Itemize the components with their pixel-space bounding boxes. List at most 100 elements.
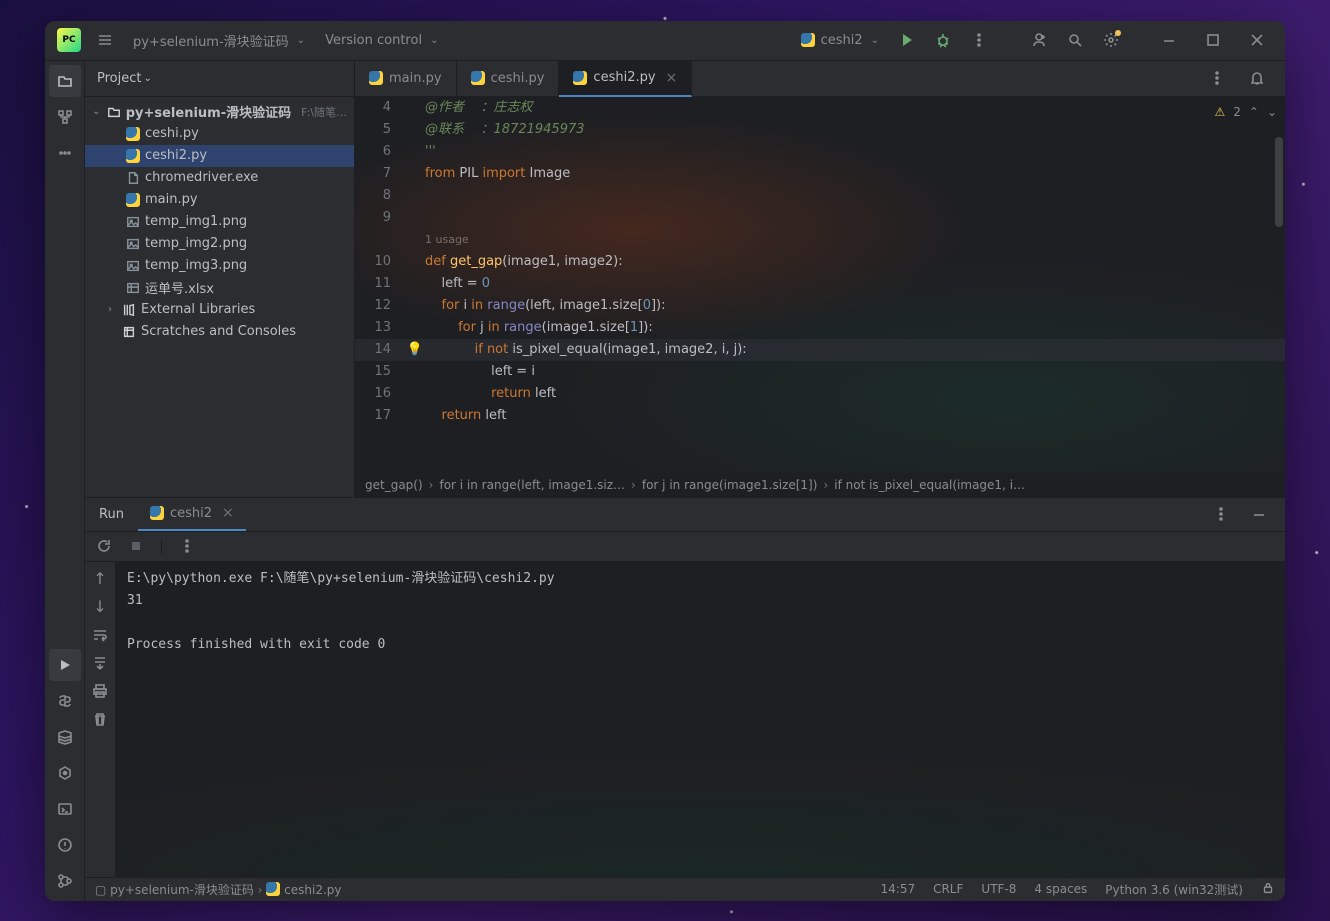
project-tool-button[interactable] [49,65,81,97]
next-highlight[interactable]: ⌄ [1267,101,1277,123]
breadcrumb-item[interactable]: for j in range(image1.size[1]) [642,478,818,492]
python-icon [801,33,815,47]
code-editor[interactable]: ⚠2 ⌃ ⌄ 4@作者 ：庄志权5@联系 ：187219459736'''7fr… [355,97,1285,473]
code-line[interactable]: 11 left = 0 [355,273,1285,295]
main-menu-button[interactable] [89,24,121,56]
search-everywhere-button[interactable] [1059,24,1091,56]
usage-hint[interactable]: 1 usage [355,229,1285,251]
code-line[interactable]: 10def get_gap(image1, image2): [355,251,1285,273]
breadcrumbs[interactable]: get_gap()›for i in range(left, image1.si… [355,473,1285,497]
inspection-widget[interactable]: ⚠2 ⌃ ⌄ [1214,101,1277,123]
tree-file[interactable]: ceshi2.py [85,145,354,167]
tree-file[interactable]: temp_img1.png [85,211,354,233]
structure-tool-button[interactable] [49,101,81,133]
editor-tab[interactable]: main.py [355,61,457,96]
editor-tabs: main.pyceshi.pyceshi2.py× [355,61,1285,97]
debug-button[interactable] [927,24,959,56]
editor: main.pyceshi.pyceshi2.py× ⚠2 ⌃ ⌄ 4@作者 ：庄… [355,61,1285,497]
run-more-button[interactable] [176,535,198,557]
status-lock-icon[interactable] [1261,881,1275,898]
more-tool-button[interactable] [49,137,81,169]
soft-wrap-button[interactable] [89,624,111,646]
code-line[interactable]: 6''' [355,141,1285,163]
code-line[interactable]: 8 [355,185,1285,207]
terminal-tool-button[interactable] [49,793,81,825]
code-line[interactable]: 4@作者 ：庄志权 [355,97,1285,119]
code-line[interactable]: 15 left = i [355,361,1285,383]
python-icon [150,506,164,520]
project-tree[interactable]: ⌄py+selenium-滑块验证码F:\随笔\py+ceshi.pyceshi… [85,97,354,497]
breadcrumb-item[interactable]: if not is_pixel_equal(image1, i… [834,478,1025,492]
down-stacktrace-button[interactable]: ↓ [89,596,111,618]
rerun-button[interactable] [93,535,115,557]
scroll-end-button[interactable] [89,652,111,674]
run-tool-title: Run [85,498,138,531]
external-libraries[interactable]: ›External Libraries [85,299,354,321]
services-tool-button[interactable] [49,721,81,753]
run-config-dropdown[interactable]: ceshi2⌄ [793,29,887,52]
tree-file[interactable]: 运单号.xlsx [85,277,354,299]
tree-file[interactable]: chromedriver.exe [85,167,354,189]
vcs-dropdown[interactable]: Version control⌄ [317,29,446,52]
code-line[interactable]: 5@联系 ：18721945973 [355,119,1285,141]
code-line[interactable]: 9 [355,207,1285,229]
project-tool-header[interactable]: Project⌄ [85,61,354,97]
intention-bulb-icon[interactable]: 💡 [407,342,423,357]
close-icon[interactable]: × [666,70,678,86]
tree-file[interactable]: temp_img3.png [85,255,354,277]
breadcrumb-item[interactable]: for i in range(left, image1.siz… [439,478,625,492]
scratches[interactable]: Scratches and Consoles [85,321,354,343]
project-dropdown[interactable]: py+selenium-滑块验证码⌄ [125,27,313,54]
status-indent[interactable]: 4 spaces [1034,882,1087,896]
code-line[interactable]: 14💡 if not is_pixel_equal(image1, image2… [355,339,1285,361]
window-close[interactable] [1237,24,1277,56]
python-console-tool-button[interactable] [49,757,81,789]
status-eol[interactable]: CRLF [933,882,963,896]
status-interpreter[interactable]: Python 3.6 (win32测试) [1105,881,1243,898]
tree-file[interactable]: main.py [85,189,354,211]
run-button[interactable] [891,24,923,56]
window-maximize[interactable] [1193,24,1233,56]
console-output[interactable]: E:\py\python.exe F:\随笔\py+selenium-滑块验证码… [115,562,1285,877]
code-line[interactable]: 13 for j in range(image1.size[1]): [355,317,1285,339]
window-minimize[interactable] [1149,24,1189,56]
left-toolwindow-bar [45,61,85,901]
run-options-button[interactable] [1205,498,1237,530]
python-pkg-tool-button[interactable] [49,685,81,717]
settings-button[interactable] [1095,24,1127,56]
problems-tool-button[interactable] [49,829,81,861]
code-line[interactable]: 7from PIL import Image [355,163,1285,185]
vcs-tool-button[interactable] [49,865,81,897]
close-icon[interactable]: × [222,505,234,521]
more-run-button[interactable] [963,24,995,56]
tab-more-button[interactable] [1201,62,1233,94]
titlebar: PC py+selenium-滑块验证码⌄ Version control⌄ c… [45,21,1285,61]
stop-button[interactable] [125,535,147,557]
code-line[interactable]: 16 return left [355,383,1285,405]
chevron-down-icon: ⌄ [143,73,151,84]
status-time: 14:57 [881,882,916,896]
hide-run-button[interactable] [1243,498,1275,530]
run-tool-window: Run ceshi2 × [85,497,1285,877]
print-button[interactable] [89,680,111,702]
breadcrumb-item[interactable]: get_gap() [365,478,423,492]
run-tab[interactable]: ceshi2 × [138,498,246,531]
tree-file[interactable]: ceshi.py [85,123,354,145]
editor-tab[interactable]: ceshi.py [457,61,560,96]
tree-file[interactable]: temp_img2.png [85,233,354,255]
status-path[interactable]: ▢ py+selenium-滑块验证码 › ceshi2.py [95,881,342,898]
up-stacktrace-button[interactable]: ↑ [89,568,111,590]
app-logo: PC [53,24,85,56]
prev-highlight[interactable]: ⌃ [1249,101,1259,123]
notifications-button[interactable] [1241,62,1273,94]
code-line[interactable]: 17 return left [355,405,1285,427]
clear-button[interactable] [89,708,111,730]
editor-tab[interactable]: ceshi2.py× [559,61,692,97]
run-tool-button[interactable] [49,649,81,681]
code-line[interactable]: 12 for i in range(left, image1.size[0]): [355,295,1285,317]
code-with-me-button[interactable] [1023,24,1055,56]
status-encoding[interactable]: UTF-8 [981,882,1016,896]
python-icon [471,71,485,85]
console-side-toolbar: ↑ ↓ [85,562,115,877]
python-icon [369,71,383,85]
